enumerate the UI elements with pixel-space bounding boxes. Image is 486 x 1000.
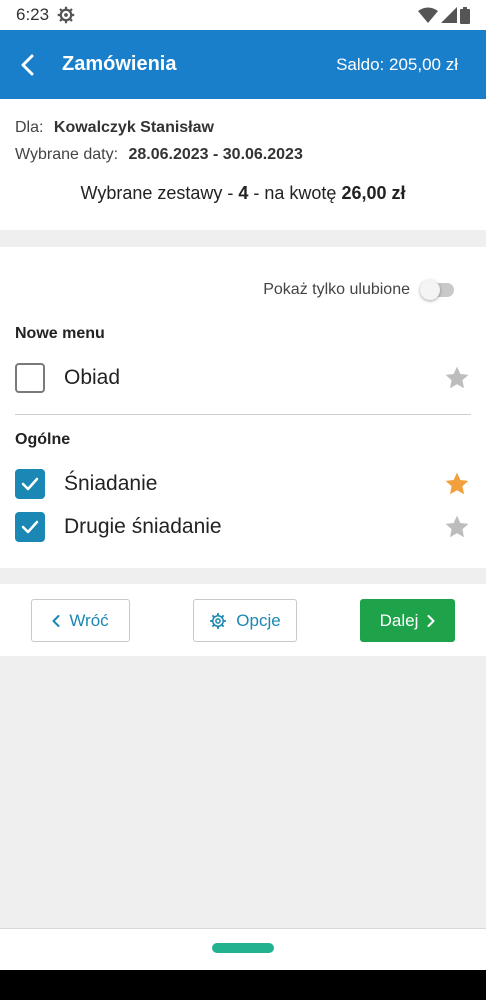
back-nav-button[interactable]: Wróć xyxy=(31,599,130,642)
selected-sets-summary: Wybrane zestawy - 4 - na kwotę 26,00 zł xyxy=(0,183,486,204)
star-icon[interactable] xyxy=(444,365,470,391)
battery-icon xyxy=(460,6,470,24)
balance-label: Saldo: 205,00 zł xyxy=(336,54,458,74)
sets-amount: 26,00 zł xyxy=(341,183,406,203)
group-title-general: Ogólne xyxy=(15,431,71,448)
favorites-filter-label: Pokaż tylko ulubione xyxy=(263,281,410,298)
options-button[interactable]: Opcje xyxy=(193,599,297,642)
checkbox-checked[interactable] xyxy=(15,469,45,499)
sets-prefix: Wybrane zestawy - xyxy=(80,183,239,203)
wifi-icon xyxy=(418,7,438,23)
favorites-filter: Pokaż tylko ulubione xyxy=(263,280,454,300)
next-label: Dalej xyxy=(379,610,419,630)
recipient-row: Dla: Kowalczyk Stanisław xyxy=(15,119,214,137)
status-time: 6:23 xyxy=(16,5,50,24)
menu-item-sniadanie[interactable]: Śniadanie xyxy=(0,464,486,504)
menu-item-label: Śniadanie xyxy=(64,472,158,495)
action-bar: Wróć Opcje Dalej xyxy=(0,584,486,656)
status-bar: 6:23 xyxy=(0,0,486,30)
settings-gear-icon xyxy=(57,6,75,24)
checkbox-checked[interactable] xyxy=(15,512,45,542)
back-nav-label: Wróć xyxy=(69,610,109,630)
menu-item-obiad[interactable]: Obiad xyxy=(0,358,486,398)
toggle-knob xyxy=(420,280,440,300)
menu-item-label: Drugie śniadanie xyxy=(64,515,222,538)
checkmark-icon xyxy=(21,520,39,534)
chevron-left-icon xyxy=(21,54,34,75)
menu-card: Pokaż tylko ulubione Nowe menu Obiad Ogó… xyxy=(0,247,486,568)
gear-icon xyxy=(210,612,227,629)
home-gesture-handle[interactable] xyxy=(212,943,274,953)
star-icon[interactable] xyxy=(444,471,470,497)
recipient-label: Dla: xyxy=(15,119,44,136)
dates-row: Wybrane daty: 28.06.2023 - 30.06.2023 xyxy=(15,146,303,164)
system-nav-bar xyxy=(0,928,486,970)
sets-count: 4 xyxy=(238,183,249,203)
dates-value: 28.06.2023 - 30.06.2023 xyxy=(128,146,303,163)
chevron-right-icon xyxy=(427,614,435,627)
order-summary: Dla: Kowalczyk Stanisław Wybrane daty: 2… xyxy=(0,99,486,230)
group-divider xyxy=(15,414,471,415)
dates-label: Wybrane daty: xyxy=(15,146,119,163)
cell-signal-icon xyxy=(441,7,457,23)
page-title: Zamówienia xyxy=(62,53,177,75)
next-button[interactable]: Dalej xyxy=(360,599,455,642)
chevron-left-icon xyxy=(52,614,60,627)
screen-bottom-edge xyxy=(0,970,486,1000)
group-title-new-menu: Nowe menu xyxy=(15,325,105,342)
app-bar: Zamówienia Saldo: 205,00 zł xyxy=(0,30,486,99)
star-icon[interactable] xyxy=(444,514,470,540)
sets-middle: - na kwotę xyxy=(248,183,342,203)
favorites-only-toggle[interactable] xyxy=(420,280,454,300)
checkmark-icon xyxy=(21,477,39,491)
menu-item-label: Obiad xyxy=(64,366,121,389)
recipient-value: Kowalczyk Stanisław xyxy=(53,119,214,136)
options-label: Opcje xyxy=(236,610,281,630)
back-button[interactable] xyxy=(0,30,54,99)
checkbox-unchecked[interactable] xyxy=(15,363,45,393)
menu-item-drugie-sniadanie[interactable]: Drugie śniadanie xyxy=(0,507,486,547)
